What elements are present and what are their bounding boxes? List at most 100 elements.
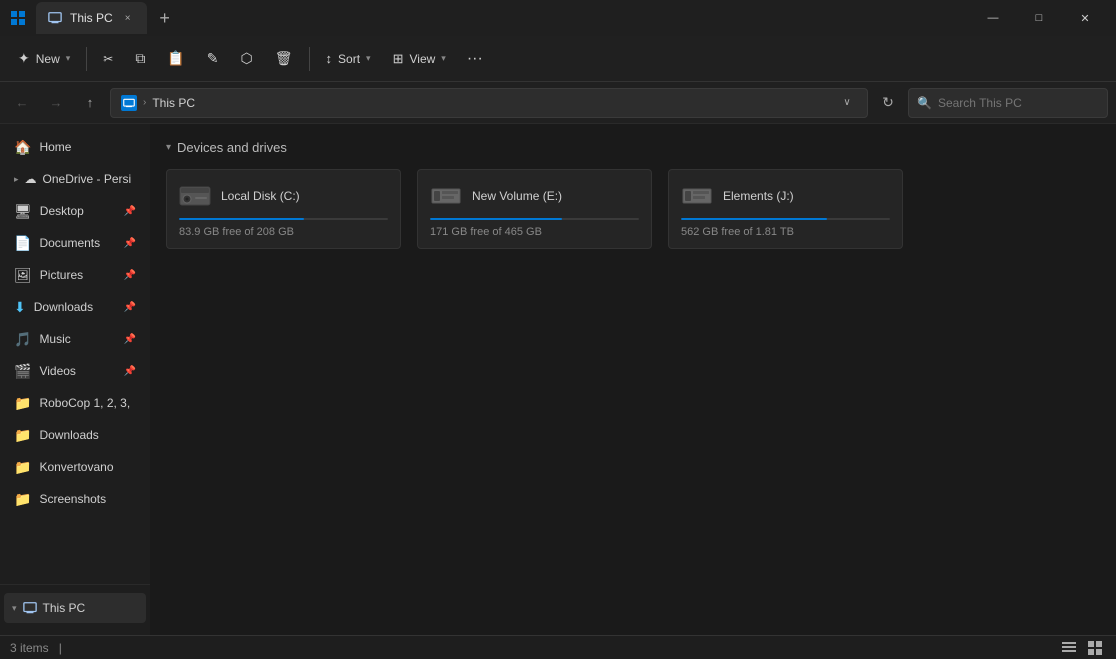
pin-icon-videos: 📌 [124,366,136,377]
drive-top-c: Local Disk (C:) [179,180,388,212]
copy-button[interactable]: ⧉ [125,42,155,76]
sidebar-videos-label: Videos [39,364,115,378]
title-bar: This PC × + — □ ✕ [0,0,1116,36]
sidebar-item-downloads[interactable]: ⬇ Downloads 📌 [4,292,146,322]
drive-item-e[interactable]: New Volume (E:) 171 GB free of 465 GB [417,169,652,249]
copy-icon: ⧉ [135,50,145,67]
sidebar-item-documents[interactable]: 📄 Documents 📌 [4,228,146,258]
robocop-folder-icon: 📁 [14,395,31,412]
devices-section-header: ▾ Devices and drives [166,140,1100,155]
sort-label: Sort [338,52,360,66]
delete-button[interactable]: 🗑 [265,42,303,76]
refresh-button[interactable]: ↻ [874,89,902,117]
addressbar-row: ← → ↑ › This PC ∨ ↻ 🔍 [0,82,1116,124]
new-label: New [36,52,60,66]
desktop-icon: 🖥 [14,203,32,220]
drive-info-e: 171 GB free of 465 GB [430,226,639,238]
share-icon: ⬡ [241,50,253,67]
sidebar-item-this-pc[interactable]: ▾ This PC [4,593,146,623]
statusbar: 3 items | [0,635,1116,659]
sort-chevron-icon: ▾ [366,53,371,64]
sort-button[interactable]: ↕ Sort ▾ [316,42,381,76]
sidebar-pictures-label: Pictures [40,268,116,282]
sidebar-onedrive-label: OneDrive - Persi [43,172,132,186]
pin-icon-pictures: 📌 [124,270,136,281]
search-box[interactable]: 🔍 [908,88,1108,118]
forward-button[interactable]: → [42,89,70,117]
toolbar-separator-2 [309,47,310,71]
tab-area: This PC × + [36,2,962,34]
pin-icon-desktop: 📌 [124,206,136,217]
back-button[interactable]: ← [8,89,36,117]
address-bar[interactable]: › This PC ∨ [110,88,868,118]
sidebar-documents-label: Documents [39,236,115,250]
drive-icon-j [681,180,713,212]
drive-bar-e [430,218,562,220]
sidebar-konvertovano-label: Konvertovano [39,460,136,474]
sidebar-item-downloads-folder[interactable]: 📁 Downloads [4,420,146,450]
drive-name-c: Local Disk (C:) [221,189,300,203]
home-icon: 🏠 [14,139,31,156]
close-btn[interactable]: ✕ [1062,0,1108,36]
drive-top-j: Elements (J:) [681,180,890,212]
tab-label: This PC [70,11,113,25]
up-button[interactable]: ↑ [76,89,104,117]
sidebar-item-videos[interactable]: 🎬 Videos 📌 [4,356,146,386]
this-pc-chevron-icon: ▾ [12,603,17,614]
new-chevron-icon: ▾ [66,53,71,64]
sidebar-item-home[interactable]: 🏠 Home [4,132,146,162]
view-button[interactable]: ⊞ View ▾ [383,42,456,76]
minimize-btn[interactable]: — [970,0,1016,36]
share-button[interactable]: ⬡ [231,42,263,76]
new-tab-btn[interactable]: + [151,4,179,32]
sidebar-robocop-label: RoboCop 1, 2, 3, [39,396,136,410]
sidebar-item-onedrive[interactable]: ▸ ☁ OneDrive - Persi [4,164,146,194]
cut-button[interactable]: ✂ [93,42,123,76]
sidebar-item-pictures[interactable]: 🖼 Pictures 📌 [4,260,146,290]
sidebar-item-robocop[interactable]: 📁 RoboCop 1, 2, 3, [4,388,146,418]
search-icon: 🔍 [917,96,932,110]
drive-info-j: 562 GB free of 1.81 TB [681,226,890,238]
tab-this-pc[interactable]: This PC × [36,2,147,34]
grid-view-toggle[interactable] [1084,637,1106,659]
list-view-toggle[interactable] [1058,637,1080,659]
maximize-btn[interactable]: □ [1016,0,1062,36]
sidebar-item-screenshots[interactable]: 📁 Screenshots [4,484,146,514]
more-button[interactable]: ··· [458,42,492,76]
paste-button[interactable]: 📋 [157,42,194,76]
cut-icon: ✂ [103,52,113,66]
sidebar: 🏠 Home ▸ ☁ OneDrive - Persi 🖥 Desktop 📌 … [0,124,150,635]
drive-bar-container-j [681,218,890,220]
toolbar-separator-1 [86,47,87,71]
sidebar-home-label: Home [39,140,136,154]
item-count: 3 items [10,641,49,655]
drive-bar-container-e [430,218,639,220]
address-path: This PC [152,96,831,110]
statusbar-sep: | [59,641,62,655]
drive-top-e: New Volume (E:) [430,180,639,212]
collapse-icon[interactable]: ▾ [166,142,171,153]
window-icon [8,8,28,28]
address-dropdown-icon[interactable]: ∨ [837,93,857,113]
videos-icon: 🎬 [14,363,31,380]
onedrive-icon: ☁ [25,172,37,186]
rename-icon: ✎ [207,50,219,67]
sidebar-item-music[interactable]: 🎵 Music 📌 [4,324,146,354]
downloads-arrow-icon: ⬇ [14,299,26,316]
window-controls: — □ ✕ [970,0,1108,36]
search-input[interactable] [938,96,1099,110]
sidebar-item-konvertovano[interactable]: 📁 Konvertovano [4,452,146,482]
drive-item-j[interactable]: Elements (J:) 562 GB free of 1.81 TB [668,169,903,249]
rename-button[interactable]: ✎ [197,42,229,76]
this-pc-icon [23,601,37,615]
this-pc-label: This PC [43,601,86,615]
main-area: 🏠 Home ▸ ☁ OneDrive - Persi 🖥 Desktop 📌 … [0,124,1116,635]
screenshots-folder-icon: 📁 [14,491,31,508]
statusbar-right [1058,637,1106,659]
new-button[interactable]: ✦ New ▾ [8,42,80,76]
sidebar-item-desktop[interactable]: 🖥 Desktop 📌 [4,196,146,226]
sidebar-desktop-label: Desktop [40,204,116,218]
tab-close-btn[interactable]: × [121,11,135,25]
paste-icon: 📋 [167,50,184,67]
drive-item-c[interactable]: Local Disk (C:) 83.9 GB free of 208 GB [166,169,401,249]
